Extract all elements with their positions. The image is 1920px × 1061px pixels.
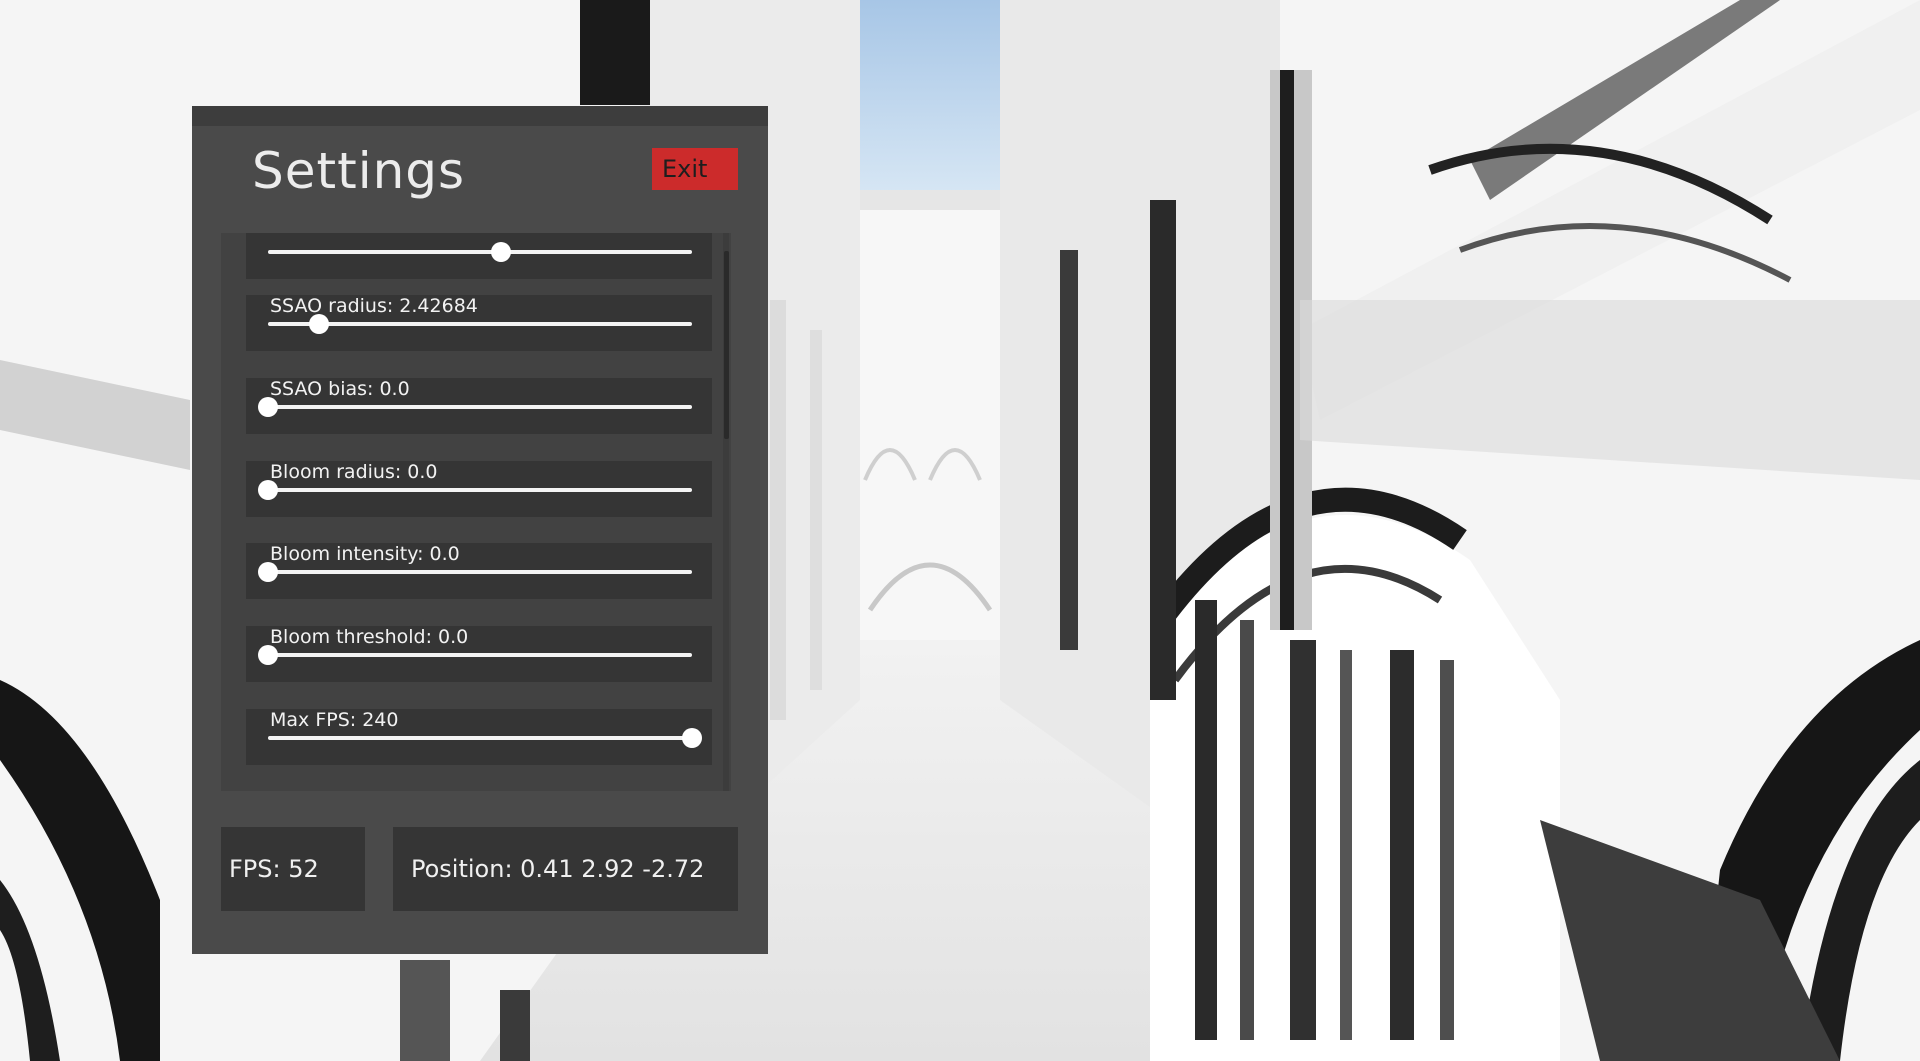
slider-label-ssao-radius: SSAO radius: 2.42684 (270, 295, 478, 317)
bloom-intensity-slider-thumb[interactable] (258, 562, 278, 582)
position-readout: Position: 0.41 2.92 -2.72 (393, 827, 738, 911)
slider-label-bloom-threshold: Bloom threshold: 0.0 (270, 626, 469, 648)
ssao-radius-slider-track[interactable] (268, 314, 692, 334)
slider-row-partial (246, 233, 712, 279)
slider-label-ssao-bias: SSAO bias: 0.0 (270, 378, 410, 400)
slider-label-bloom-radius: Bloom radius: 0.0 (270, 461, 438, 483)
slider-row-ssao-radius: SSAO radius: 2.42684 (246, 295, 712, 351)
scrollbar-thumb[interactable] (724, 251, 729, 439)
ssao-radius-slider-thumb[interactable] (308, 314, 329, 334)
max-fps-slider-track[interactable] (268, 728, 702, 748)
exit-button[interactable]: Exit (652, 148, 738, 190)
ssao-bias-slider-track[interactable] (258, 397, 692, 417)
slider-track[interactable] (268, 242, 692, 262)
ssao-bias-slider-thumb[interactable] (258, 397, 278, 417)
settings-panel: Settings Exit SSAO radius: 2.42684 SSAO … (192, 106, 768, 954)
panel-drag-bar[interactable] (192, 106, 768, 126)
bloom-threshold-slider-thumb[interactable] (258, 645, 278, 665)
settings-scroll-area[interactable]: SSAO radius: 2.42684 SSAO bias: 0.0 Bloo… (221, 233, 731, 791)
slider-row-bloom-intensity: Bloom intensity: 0.0 (246, 543, 712, 599)
slider-row-ssao-bias: SSAO bias: 0.0 (246, 378, 712, 434)
bloom-radius-slider-thumb[interactable] (258, 480, 278, 500)
slider-thumb[interactable] (491, 242, 512, 262)
max-fps-slider-thumb[interactable] (682, 728, 702, 748)
slider-label-max-fps: Max FPS: 240 (270, 709, 399, 731)
fps-counter: FPS: 52 (221, 827, 365, 911)
slider-label-bloom-intensity: Bloom intensity: 0.0 (270, 543, 460, 565)
bloom-threshold-slider-track[interactable] (258, 645, 692, 665)
panel-title: Settings (252, 142, 466, 200)
slider-row-max-fps: Max FPS: 240 (246, 709, 712, 765)
slider-row-bloom-radius: Bloom radius: 0.0 (246, 461, 712, 517)
slider-row-bloom-threshold: Bloom threshold: 0.0 (246, 626, 712, 682)
bloom-radius-slider-track[interactable] (258, 480, 692, 500)
bloom-intensity-slider-track[interactable] (258, 562, 692, 582)
